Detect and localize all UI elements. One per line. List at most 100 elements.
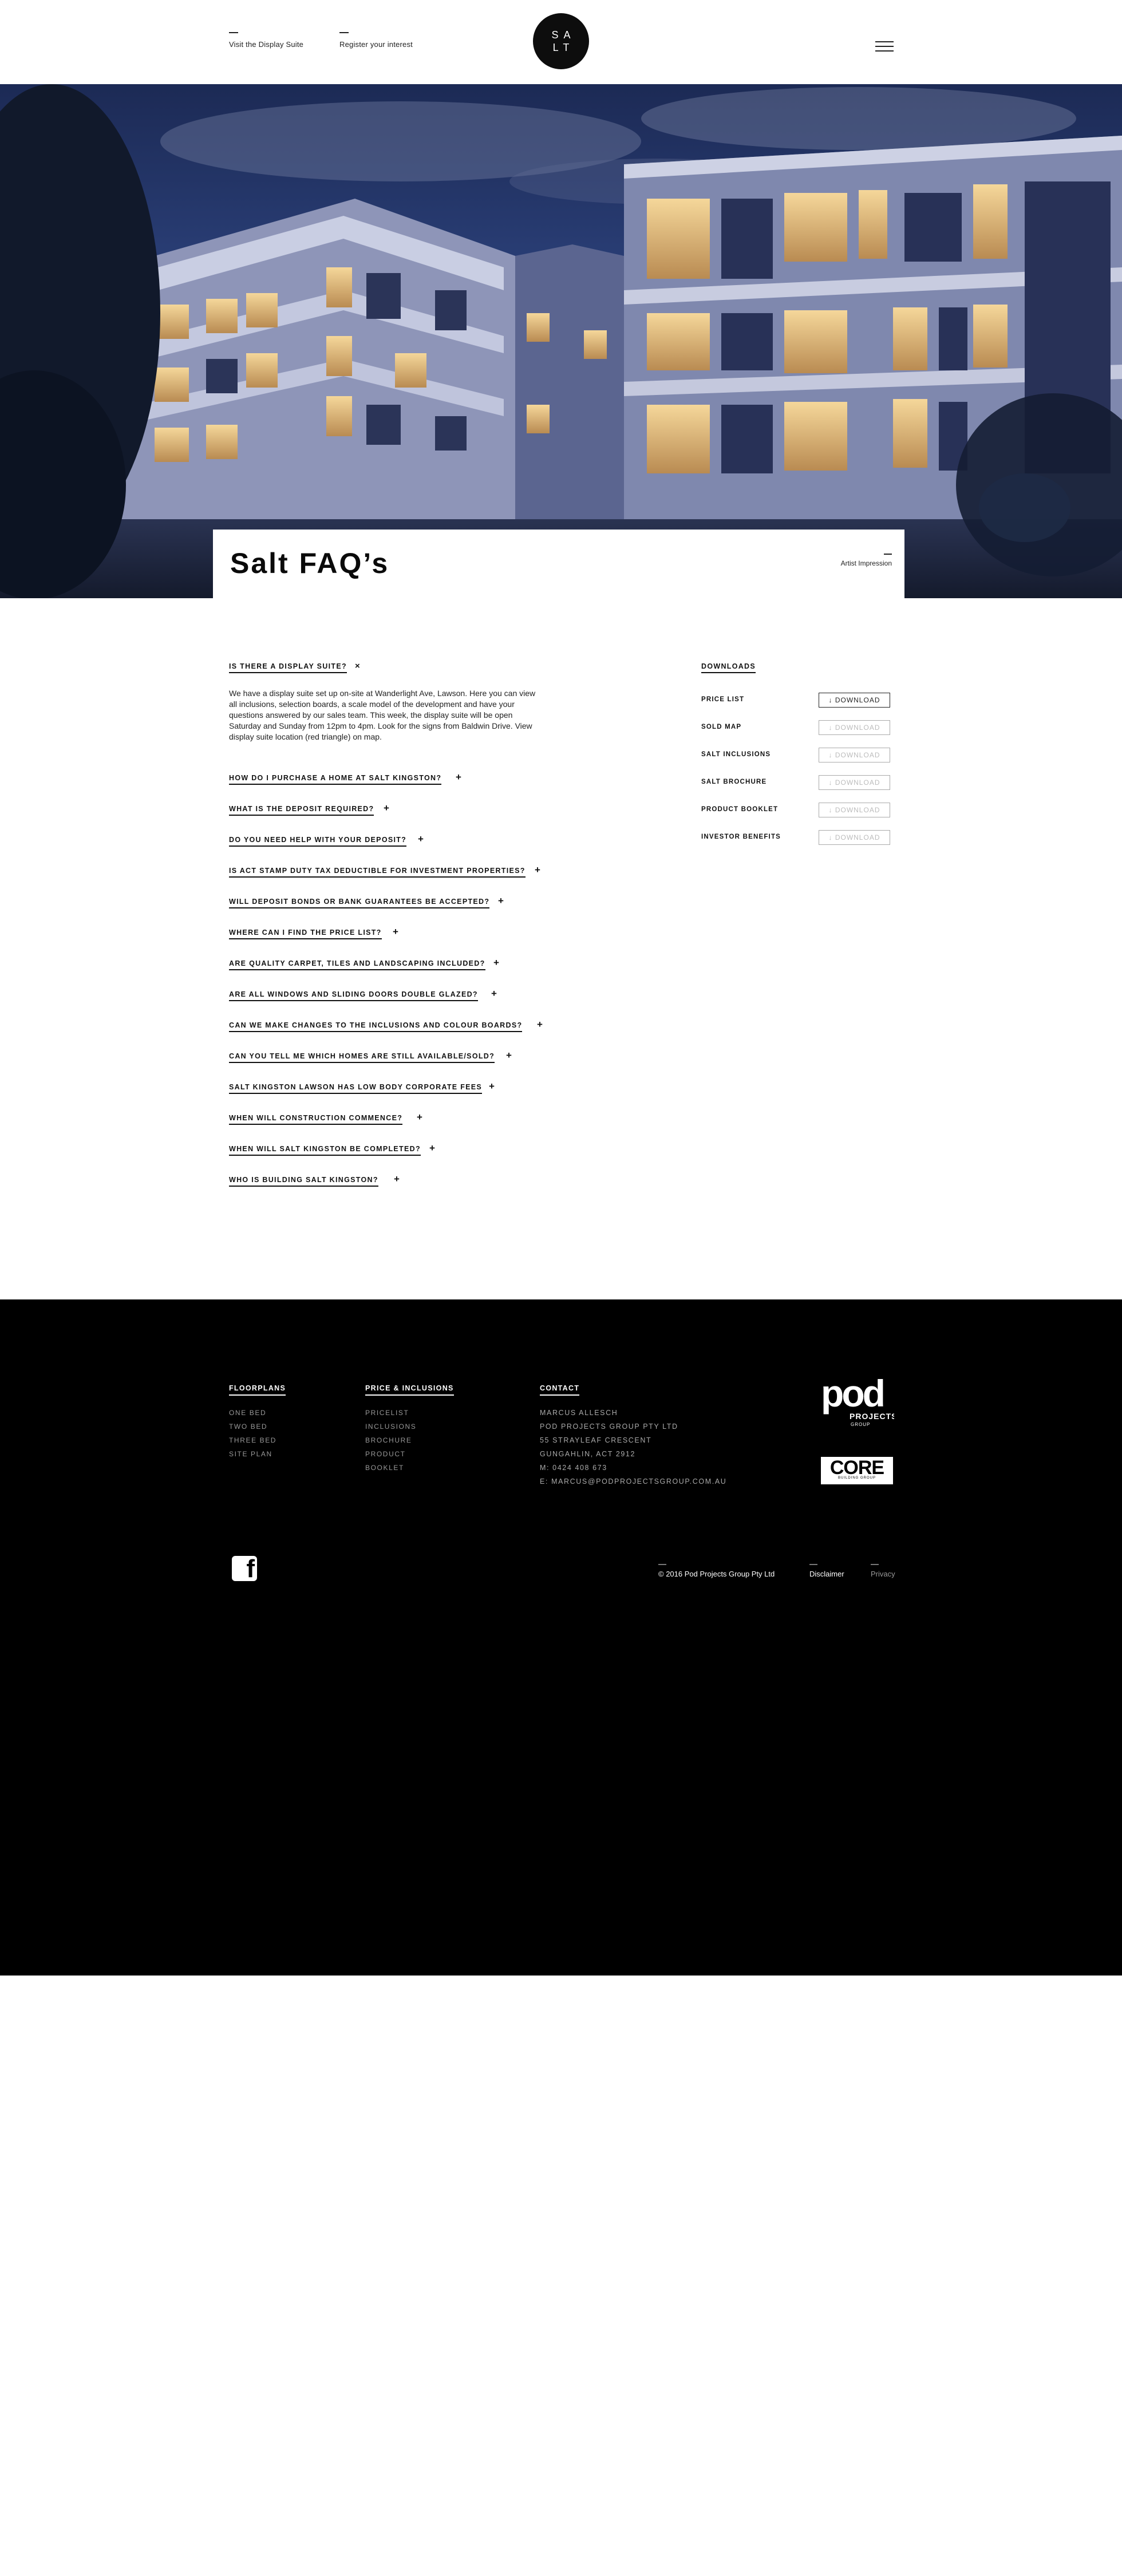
facebook-icon[interactable]: f [232,1555,257,1583]
visit-display-suite-link[interactable]: Visit the Display Suite [229,32,303,49]
privacy-label: Privacy [871,1570,895,1578]
facebook-glyph: f [246,1555,255,1583]
plus-icon[interactable]: + [493,958,499,967]
caption-dash [884,554,892,555]
faq-question[interactable]: WILL DEPOSIT BONDS OR BANK GUARANTEES BE… [229,898,490,908]
price-inclusions-heading: PRICE & INCLUSIONS [365,1384,454,1396]
faq-item: ARE ALL WINDOWS AND SLIDING DOORS DOUBLE… [229,989,497,1001]
pod-logo-group: GROUP [851,1422,870,1427]
footer-link[interactable]: THREE BED [229,1433,286,1447]
faq-item: WHAT IS THE DEPOSIT REQUIRED? + [229,803,389,816]
download-row: PRODUCT BOOKLET ↓ DOWNLOAD [701,803,890,817]
faq-question[interactable]: CAN WE MAKE CHANGES TO THE INCLUSIONS AN… [229,1021,523,1032]
faq-question[interactable]: DO YOU NEED HELP WITH YOUR DEPOSIT? [229,836,407,847]
link-dash [229,32,238,33]
faq-question[interactable]: SALT KINGSTON LAWSON HAS LOW BODY CORPOR… [229,1083,483,1094]
faq-item: WHEN WILL SALT KINGSTON BE COMPLETED? + [229,1143,435,1156]
disclaimer-label: Disclaimer [809,1570,844,1578]
faq-question[interactable]: ARE ALL WINDOWS AND SLIDING DOORS DOUBLE… [229,990,478,1001]
legal-dash [809,1564,817,1565]
download-name: SOLD MAP [701,724,742,730]
hamburger-menu-icon[interactable] [875,41,894,53]
footer-link[interactable]: BROCHURE [365,1433,454,1447]
footer-link[interactable]: PRODUCT [365,1447,454,1461]
faq-question[interactable]: IS ACT STAMP DUTY TAX DEDUCTIBLE FOR INV… [229,867,526,878]
faq-question[interactable]: HOW DO I PURCHASE A HOME AT SALT KINGSTO… [229,774,442,785]
register-interest-link[interactable]: Register your interest [339,32,413,49]
footer-link[interactable]: PRICELIST [365,1406,454,1420]
plus-icon[interactable]: + [384,803,389,813]
register-interest-label: Register your interest [339,40,413,49]
download-button[interactable]: ↓ DOWNLOAD [819,720,890,735]
pod-projects-logo[interactable]: pod PROJECTS GROUP [820,1377,894,1428]
download-row: SALT INCLUSIONS ↓ DOWNLOAD [701,748,890,762]
downloads-panel: DOWNLOADS PRICE LIST ↓ DOWNLOAD SOLD MAP… [701,661,890,845]
download-button[interactable]: ↓ DOWNLOAD [819,693,890,708]
download-name: SALT INCLUSIONS [701,751,771,758]
faq-question[interactable]: CAN YOU TELL ME WHICH HOMES ARE STILL AV… [229,1052,495,1063]
contact-heading: CONTACT [540,1384,580,1396]
plus-icon[interactable]: + [393,927,398,937]
download-button[interactable]: ↓ DOWNLOAD [819,803,890,817]
contact-line: GUNGAHLIN, ACT 2912 [540,1450,636,1458]
plus-icon[interactable]: + [535,865,540,875]
download-button[interactable]: ↓ DOWNLOAD [819,748,890,762]
download-row: SALT BROCHURE ↓ DOWNLOAD [701,775,890,790]
plus-icon[interactable]: + [489,1081,495,1091]
copyright-text: © 2016 Pod Projects Group Pty Ltd [658,1570,775,1578]
download-name: INVESTOR BENEFITS [701,833,781,840]
visit-display-suite-label: Visit the Display Suite [229,40,304,49]
faq-question[interactable]: ARE QUALITY CARPET, TILES AND LANDSCAPIN… [229,959,485,970]
core-building-logo[interactable]: CORE BUILDING GROUP [821,1457,893,1484]
download-row: PRICE LIST ↓ DOWNLOAD [701,693,890,708]
downloads-heading: DOWNLOADS [701,662,756,673]
plus-icon[interactable]: + [498,896,504,906]
floorplans-column: FLOORPLANS ONE BED TWO BED THREE BED SIT… [229,1383,286,1461]
contact-email[interactable]: E: MARCUS@PODPROJECTSGROUP.COM.AU [540,1475,726,1488]
privacy-link[interactable]: Privacy [871,1564,895,1578]
faq-question[interactable]: WHAT IS THE DEPOSIT REQUIRED? [229,805,374,816]
footer-link[interactable]: SITE PLAN [229,1447,286,1461]
faq-question[interactable]: WHEN WILL CONSTRUCTION COMMENCE? [229,1114,403,1125]
faq-item: CAN YOU TELL ME WHICH HOMES ARE STILL AV… [229,1050,512,1063]
footer-link[interactable]: ONE BED [229,1406,286,1420]
plus-icon[interactable]: + [417,1112,422,1122]
faq-question[interactable]: WHO IS BUILDING SALT KINGSTON? [229,1176,378,1187]
disclaimer-link[interactable]: Disclaimer [809,1564,844,1578]
legal-dash [658,1564,666,1565]
faq-question[interactable]: WHERE CAN I FIND THE PRICE LIST? [229,929,382,939]
download-row: SOLD MAP ↓ DOWNLOAD [701,720,890,735]
copyright: © 2016 Pod Projects Group Pty Ltd [658,1564,775,1578]
plus-icon[interactable]: + [537,1020,543,1029]
plus-icon[interactable]: + [394,1174,400,1184]
faq-question[interactable]: WHEN WILL SALT KINGSTON BE COMPLETED? [229,1145,421,1156]
plus-icon[interactable]: + [456,772,461,782]
faq-item: DO YOU NEED HELP WITH YOUR DEPOSIT? + [229,834,424,847]
download-name: PRICE LIST [701,696,745,703]
pod-logo-word: pod [821,1377,883,1415]
download-button[interactable]: ↓ DOWNLOAD [819,830,890,845]
artist-impression-caption: Artist Impression [841,554,892,567]
core-logo-word: CORE [829,1457,884,1479]
faq-item: HOW DO I PURCHASE A HOME AT SALT KINGSTO… [229,772,461,785]
plus-icon[interactable]: + [491,989,497,998]
contact-line: 55 STRAYLEAF CRESCENT [540,1436,652,1444]
download-name: PRODUCT BOOKLET [701,806,779,813]
download-button[interactable]: ↓ DOWNLOAD [819,775,890,790]
floorplans-heading: FLOORPLANS [229,1384,286,1396]
footer-link[interactable]: TWO BED [229,1420,286,1433]
salt-logo[interactable]: SA LT [533,13,589,69]
plus-icon[interactable]: + [418,834,424,844]
plus-icon[interactable]: + [429,1143,435,1153]
close-icon[interactable]: × [355,662,360,670]
faq-question[interactable]: IS THERE A DISPLAY SUITE? [229,662,347,673]
logo-line-1: SA [551,29,576,41]
contact-line: POD PROJECTS GROUP PTY LTD [540,1423,678,1431]
faq-item: ARE QUALITY CARPET, TILES AND LANDSCAPIN… [229,958,499,970]
contact-line: MARCUS ALLESCH [540,1409,618,1417]
plus-icon[interactable]: + [506,1050,512,1060]
contact-phone[interactable]: M: 0424 408 673 [540,1461,726,1475]
building-illustration [0,84,1122,598]
footer-link[interactable]: BOOKLET [365,1461,454,1475]
footer-link[interactable]: INCLUSIONS [365,1420,454,1433]
